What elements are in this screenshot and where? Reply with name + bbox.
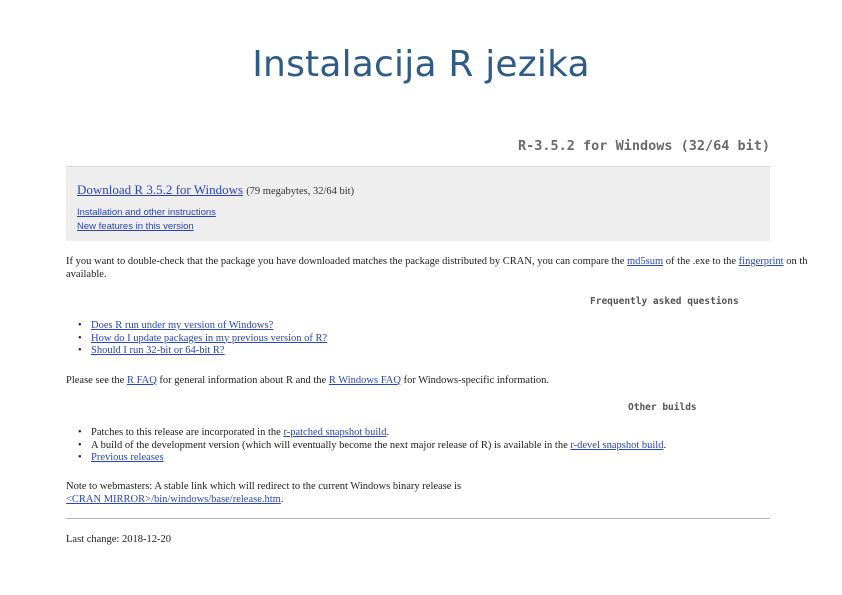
cran-page-screenshot: R-3.5.2 for Windows (32/64 bit) Download… [66,132,808,552]
builds-list: Patches to this release are incorporated… [76,427,666,465]
md5-text: If you want to double-check that the pac… [66,256,627,267]
list-item: Previous releases [76,452,666,465]
installation-instructions-link[interactable]: Installation and other instructions [77,207,216,218]
list-item: Should I run 32-bit or 64-bit R? [76,345,327,358]
list-item: How do I update packages in my previous … [76,333,327,346]
webmasters-text: . [280,494,284,505]
other-builds-heading: Other builds [628,402,697,413]
r-patched-link[interactable]: r-patched snapshot build [283,427,386,438]
new-features-link[interactable]: New features in this version [77,221,194,232]
download-box: Download R 3.5.2 for Windows (79 megabyt… [66,166,770,241]
webmasters-text: Note to webmasters: A stable link which … [66,481,462,492]
release-htm-link[interactable]: <CRAN MIRROR>/bin/windows/base/release.h… [66,494,281,505]
faq-link-32-64-bit[interactable]: Should I run 32-bit or 64-bit R? [91,345,225,356]
r-windows-faq-link[interactable]: R Windows FAQ [329,375,401,386]
md5-paragraph: If you want to double-check that the pac… [66,255,808,281]
page-heading: R-3.5.2 for Windows (32/64 bit) [518,138,770,154]
faq-paragraph-text: for Windows-specific information. [400,375,550,386]
build-text: A build of the development version (whic… [91,439,571,451]
previous-releases-link[interactable]: Previous releases [91,452,164,463]
download-r-link[interactable]: Download R 3.5.2 for Windows [77,182,243,197]
list-item: A build of the development version (whic… [76,440,666,453]
faq-link-windows-version[interactable]: Does R run under my version of Windows? [91,320,273,331]
md5sum-link[interactable]: md5sum [627,256,663,267]
list-item: Patches to this release are incorporated… [76,427,666,440]
build-text: Patches to this release are incorporated… [91,427,284,438]
download-size-text: (79 megabytes, 32/64 bit) [246,186,355,197]
last-change: Last change: 2018-12-20 [66,534,171,545]
faq-list: Does R run under my version of Windows? … [76,320,327,358]
faq-heading: Frequently asked questions [590,296,739,307]
download-line: Download R 3.5.2 for Windows (79 megabyt… [77,182,354,198]
md5-text-continued: available. [66,269,107,280]
md5-text: on th [783,256,808,267]
slide-title: Instalacija R jezika [252,44,590,85]
faq-paragraph-text: Please see the [66,375,127,386]
faq-paragraph-text: for general information about R and the [156,375,329,386]
list-item: Does R run under my version of Windows? [76,320,327,333]
r-faq-link[interactable]: R FAQ [127,375,157,386]
r-devel-link[interactable]: r-devel snapshot build [570,440,663,451]
faq-paragraph: Please see the R FAQ for general informa… [66,374,549,387]
build-text: . [386,427,390,438]
build-text: . [663,439,667,451]
md5-text: of the .exe to the [663,256,739,267]
faq-link-update-packages[interactable]: How do I update packages in my previous … [91,333,327,344]
fingerprint-link[interactable]: fingerprint [739,256,784,267]
webmasters-note: Note to webmasters: A stable link which … [66,480,461,506]
divider [66,518,770,519]
